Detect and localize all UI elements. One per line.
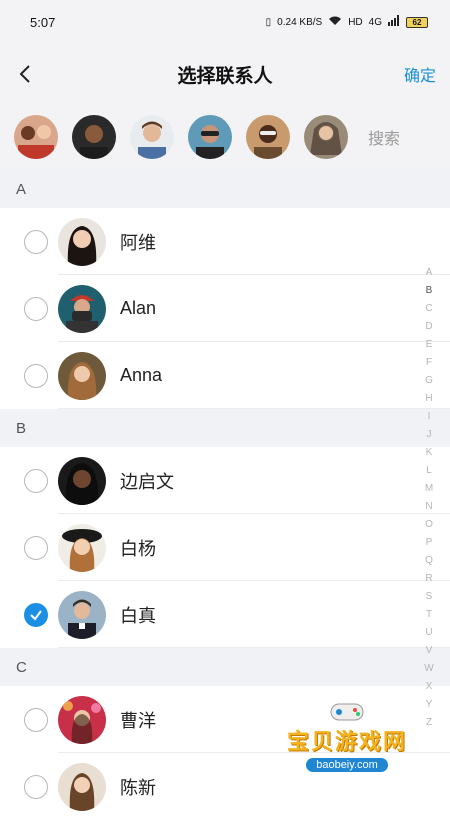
- contact-name: Alan: [120, 298, 157, 318]
- section-header-b: B: [0, 409, 450, 447]
- index-letter-c[interactable]: C: [425, 300, 432, 318]
- selected-avatar[interactable]: [304, 115, 348, 159]
- select-radio[interactable]: [24, 468, 48, 493]
- vibrate-icon: ▯: [265, 16, 272, 28]
- index-letter-w[interactable]: W: [424, 660, 433, 678]
- index-letter-k[interactable]: K: [426, 444, 433, 462]
- watermark-text: 宝贝游戏网: [286, 729, 407, 754]
- index-letter-e[interactable]: E: [426, 336, 433, 354]
- watermark-url: baobeiy.com: [306, 758, 388, 772]
- avatar: [58, 523, 106, 572]
- index-letter-q[interactable]: Q: [425, 552, 433, 570]
- wifi-icon: [328, 15, 342, 29]
- watermark-logo: 宝贝游戏网 baobeiy.com: [276, 700, 418, 784]
- chevron-left-icon: [19, 65, 30, 83]
- contact-row[interactable]: 边启文: [0, 447, 450, 514]
- contact-name: 曹洋: [120, 710, 156, 731]
- index-letter-n[interactable]: N: [425, 498, 432, 516]
- section-header-c: C: [0, 648, 450, 686]
- status-time: 5:07: [30, 14, 56, 30]
- select-radio-checked[interactable]: [24, 602, 48, 627]
- status-bar: 5:07 ▯ 0.24 KB/S HD 4G 62: [0, 0, 450, 44]
- index-letter-g[interactable]: G: [425, 372, 433, 390]
- index-letter-h[interactable]: H: [425, 390, 432, 408]
- index-letter-y[interactable]: Y: [426, 696, 433, 714]
- index-letter-s[interactable]: S: [426, 588, 433, 606]
- select-radio[interactable]: [24, 229, 48, 254]
- index-letter-j[interactable]: J: [427, 426, 432, 444]
- selected-avatar[interactable]: [246, 115, 290, 159]
- status-icons: ▯ 0.24 KB/S HD 4G 62: [266, 15, 428, 29]
- index-letter-p[interactable]: P: [426, 534, 433, 552]
- contact-row[interactable]: 阿维: [0, 208, 450, 275]
- back-button[interactable]: [18, 62, 42, 86]
- avatar: [58, 695, 106, 744]
- section-header-a: A: [0, 170, 450, 208]
- index-letter-a[interactable]: A: [426, 264, 433, 282]
- index-letter-v[interactable]: V: [426, 642, 433, 660]
- avatar: [58, 762, 106, 811]
- selected-avatar[interactable]: [130, 115, 174, 159]
- selected-avatar[interactable]: [14, 115, 58, 159]
- contact-row[interactable]: 白杨: [0, 514, 450, 581]
- nav-header: 选择联系人 确定: [0, 44, 450, 104]
- index-letter-d[interactable]: D: [425, 318, 432, 336]
- net-speed: 0.24 KB/S: [277, 16, 323, 28]
- index-letter-x[interactable]: X: [426, 678, 433, 696]
- page-title: 选择联系人: [177, 65, 273, 87]
- select-radio[interactable]: [24, 774, 48, 799]
- avatar: [58, 284, 106, 333]
- index-letter-u[interactable]: U: [425, 624, 432, 642]
- index-letter-t[interactable]: T: [426, 606, 432, 624]
- select-radio[interactable]: [24, 707, 48, 732]
- contact-name: 阿维: [120, 232, 156, 253]
- checkmark-icon: [30, 609, 42, 621]
- battery-icon: 62: [406, 16, 428, 28]
- search-input[interactable]: 搜索: [368, 125, 400, 149]
- index-letter-i[interactable]: I: [428, 408, 431, 426]
- index-letter-o[interactable]: O: [425, 516, 433, 534]
- index-letter-r[interactable]: R: [425, 570, 432, 588]
- signal-icon: [388, 15, 400, 29]
- contact-row[interactable]: 白真: [0, 581, 450, 648]
- select-radio[interactable]: [24, 535, 48, 560]
- contact-row[interactable]: Anna: [0, 342, 450, 409]
- index-letter-m[interactable]: M: [425, 480, 433, 498]
- index-letter-f[interactable]: F: [426, 354, 432, 372]
- contact-name: Anna: [120, 365, 163, 385]
- alphabet-index-bar[interactable]: ABCDEFGHIJKLMNOPQRSTUVWXYZ: [422, 264, 436, 732]
- index-letter-l[interactable]: L: [426, 462, 432, 480]
- contact-name: 边启文: [120, 471, 174, 492]
- signal-label: 4G: [368, 16, 382, 28]
- avatar: [58, 217, 106, 266]
- selected-avatar[interactable]: [72, 115, 116, 159]
- avatar: [58, 351, 106, 400]
- selected-avatar[interactable]: [188, 115, 232, 159]
- contact-name: 白杨: [120, 538, 156, 559]
- contact-name: 白真: [120, 605, 156, 626]
- avatar: [58, 590, 106, 639]
- gamepad-icon: [330, 703, 364, 721]
- select-radio[interactable]: [24, 296, 48, 321]
- contact-name: 陈新: [120, 777, 156, 798]
- select-radio[interactable]: [24, 363, 48, 388]
- avatar: [58, 456, 106, 505]
- selected-contacts-bar: 搜索: [0, 104, 450, 170]
- confirm-button[interactable]: 确定: [404, 62, 436, 86]
- index-letter-z[interactable]: Z: [426, 714, 432, 732]
- hd-badge: HD: [348, 16, 363, 28]
- contact-row[interactable]: Alan: [0, 275, 450, 342]
- index-letter-b[interactable]: B: [426, 282, 433, 300]
